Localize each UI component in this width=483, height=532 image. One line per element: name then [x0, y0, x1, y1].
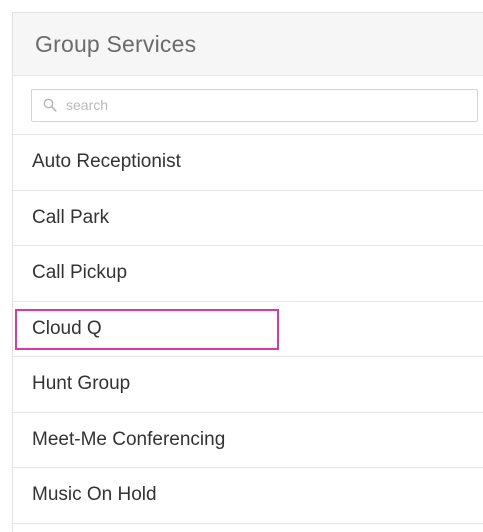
list-item-label: Music On Hold	[32, 484, 157, 506]
panel-header: Group Services	[13, 13, 483, 76]
list-item-hunt-group[interactable]: Hunt Group	[13, 357, 483, 413]
list-item-label: Call Pickup	[32, 262, 128, 284]
search-icon	[42, 97, 58, 113]
list-item-label: Cloud Q	[32, 317, 102, 339]
list-item-call-pickup[interactable]: Call Pickup	[13, 246, 483, 302]
list-item-call-park[interactable]: Call Park	[13, 191, 483, 246]
search-input[interactable]	[66, 97, 446, 113]
list-item-music-on-hold[interactable]: Music On Hold	[13, 468, 483, 524]
list-item-label: Meet-Me Conferencing	[32, 428, 226, 450]
search-box[interactable]	[31, 88, 478, 122]
list-item-cloud-q[interactable]: Cloud Q	[13, 302, 483, 357]
list-item-label: Call Park	[32, 206, 110, 228]
panel-title: Group Services	[35, 30, 197, 57]
list-item-meet-me-conferencing[interactable]: Meet-Me Conferencing	[13, 413, 483, 468]
search-row	[13, 76, 483, 135]
list-item-auto-receptionist[interactable]: Auto Receptionist	[13, 135, 483, 191]
list-item-label: Auto Receptionist	[32, 151, 181, 173]
service-list: Auto Receptionist Call Park Call Pickup …	[13, 135, 483, 524]
list-item-label: Hunt Group	[32, 373, 131, 395]
group-services-panel: Group Services Auto Receptionist Call Pa…	[12, 12, 483, 532]
